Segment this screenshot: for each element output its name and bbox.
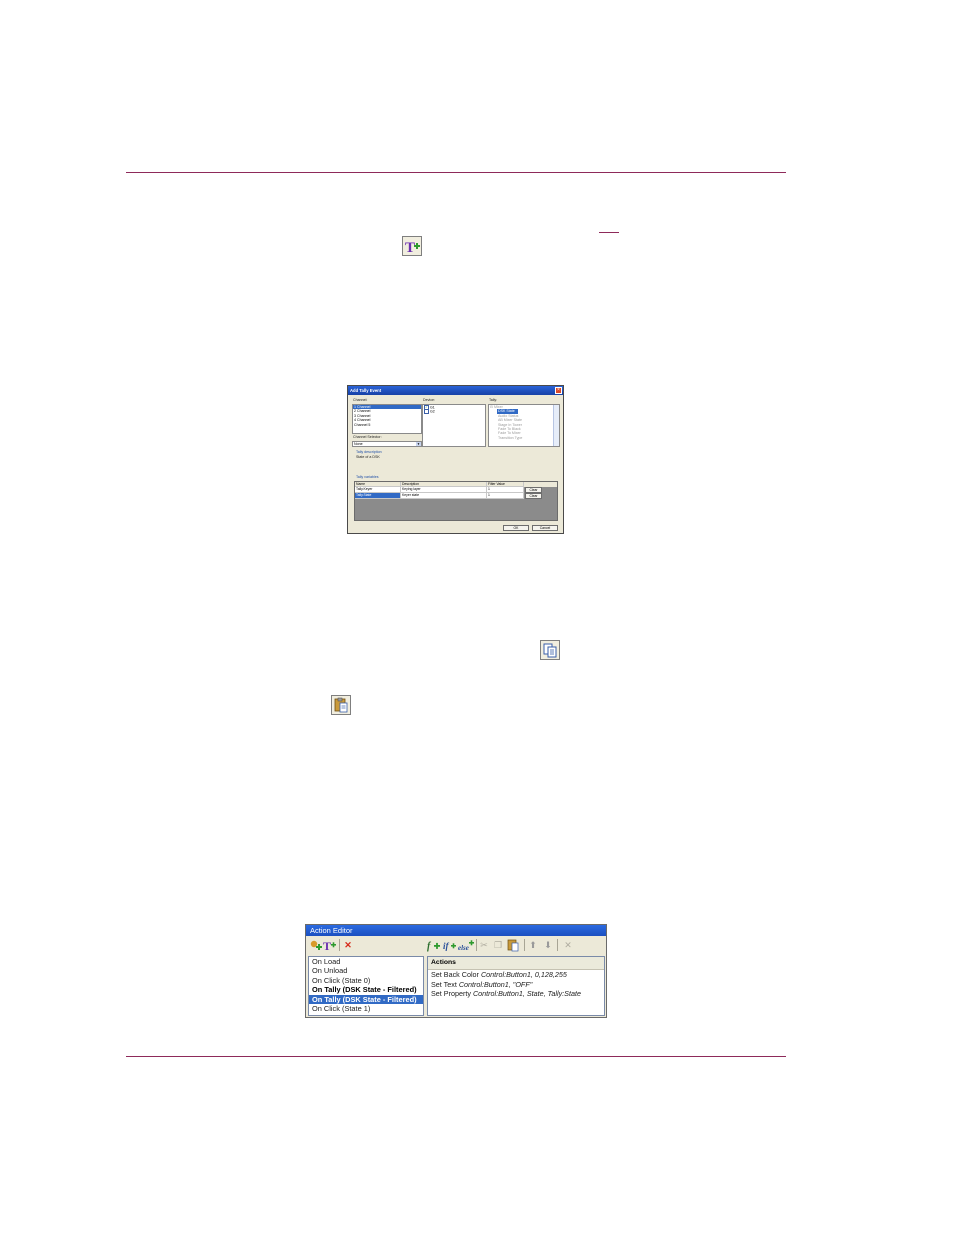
svg-text:T: T xyxy=(323,939,331,952)
cancel-button[interactable]: Cancel xyxy=(532,525,558,531)
chevron-down-icon[interactable]: ▼ xyxy=(416,442,421,446)
move-down-icon[interactable]: ⬇ xyxy=(543,938,553,952)
copy-icon[interactable]: ❐ xyxy=(492,938,504,952)
header-rule xyxy=(126,172,786,173)
action-item[interactable]: Set Text Control:Button1, "OFF" xyxy=(428,980,604,990)
tally-item[interactable]: Transition Type xyxy=(497,436,559,440)
dialog-title: Add Tally Event xyxy=(348,386,563,395)
channel-selector-label: Channel Selector: xyxy=(353,435,382,439)
paste-icon[interactable] xyxy=(506,938,520,952)
device-item[interactable]: G2 xyxy=(423,409,485,415)
else-icon[interactable]: else xyxy=(458,938,474,952)
action-item[interactable]: Set Property Control:Button1, State, Tal… xyxy=(428,989,604,999)
channel-label: Channel: xyxy=(353,398,368,402)
channel-list[interactable]: 1 Channel 2 Channel 3 Channel 4 Channel Chan… xyxy=(352,404,422,434)
svg-text:f: f xyxy=(427,941,432,952)
tally-description-label: Tally description xyxy=(356,450,382,454)
event-list[interactable]: On Load On Unload On Click (State 0) On Tal… xyxy=(308,956,424,1016)
toolbar-separator xyxy=(557,939,558,951)
action-name: Set Property xyxy=(431,989,471,999)
grid-cell-filter[interactable]: 1 xyxy=(487,493,524,499)
event-item[interactable]: On Click (State 0) xyxy=(309,976,423,985)
move-up-icon[interactable]: ⬆ xyxy=(528,938,538,952)
device-list[interactable]: ✓ G1 G2 xyxy=(422,404,486,447)
tally-add-icon[interactable]: T xyxy=(323,938,337,953)
grid-cell-name: Tally.State xyxy=(355,493,401,499)
add-action-icon[interactable]: f xyxy=(427,938,441,952)
toolbar-separator xyxy=(476,939,477,951)
copy-icon xyxy=(540,640,560,660)
actions-header: Actions xyxy=(428,957,604,970)
channel-item[interactable]: Channel 5 xyxy=(353,423,421,427)
device-label: G2 xyxy=(430,409,435,414)
close-icon[interactable]: × xyxy=(555,387,562,394)
tally-label: Tally: xyxy=(489,398,498,402)
delete-action-icon[interactable]: ✕ xyxy=(562,938,574,952)
tally-variables-label: Tally variables xyxy=(356,475,379,479)
device-checkbox[interactable] xyxy=(424,409,429,415)
event-item[interactable]: On Tally (DSK State - Filtered) xyxy=(309,985,423,994)
event-item[interactable]: On Unload xyxy=(309,966,423,975)
add-event-icon[interactable] xyxy=(309,938,322,952)
device-label: Device: xyxy=(423,398,435,402)
action-editor-window: Action Editor T ✕ f if else ✂ ❐ ⬆ ⬇ ✕ On… xyxy=(305,924,607,1018)
footer-rule xyxy=(126,1056,786,1057)
event-item[interactable]: On Load xyxy=(309,957,423,966)
clear-button[interactable]: Clear xyxy=(525,493,542,499)
if-icon[interactable]: if xyxy=(443,938,457,952)
toolbar-separator xyxy=(524,939,525,951)
event-item[interactable]: On Click (State 1) xyxy=(309,1004,423,1013)
tally-variables-grid: Name Description Filter Value Tally.Keyer K… xyxy=(354,481,558,521)
action-args: Control:Button1, State, Tally:State xyxy=(472,989,581,999)
delete-event-icon[interactable]: ✕ xyxy=(342,938,354,952)
action-editor-title: Action Editor xyxy=(306,925,606,936)
ok-button[interactable]: OK xyxy=(503,525,529,531)
action-name: Set Back Color xyxy=(431,970,479,979)
add-tally-event-dialog: Add Tally Event × Channel: 1 Channel 2 Ch… xyxy=(347,385,564,534)
actions-panel[interactable]: Actions Set Back Color Control:Button1, … xyxy=(427,956,605,1016)
tally-tree[interactable]: ⊟ Mixer DSK State Audio Status AB Mixer St… xyxy=(488,404,560,447)
tally-description-text: State of a DSK xyxy=(356,455,380,459)
page-link-underline[interactable] xyxy=(599,232,619,233)
action-args: Control:Button1, "OFF" xyxy=(458,979,533,989)
action-args: Control:Button1, 0,128,255 xyxy=(480,970,567,979)
tally-add-icon: T xyxy=(402,236,422,256)
svg-text:T: T xyxy=(405,240,415,255)
scrollbar[interactable] xyxy=(553,405,559,446)
toolbar-separator xyxy=(339,939,340,951)
cut-icon[interactable]: ✂ xyxy=(479,938,489,952)
action-item[interactable]: Set Back Color Control:Button1, 0,128,25… xyxy=(428,970,604,980)
channel-selector-value: None xyxy=(354,442,363,446)
svg-text:if: if xyxy=(443,941,450,951)
channel-selector-dropdown[interactable]: None ▼ xyxy=(352,441,422,447)
svg-text:else: else xyxy=(458,944,469,952)
action-name: Set Text xyxy=(431,979,457,989)
grid-cell-description: Keyer state xyxy=(401,493,487,499)
paste-icon xyxy=(331,695,351,715)
event-item[interactable]: On Tally (DSK State - Filtered) xyxy=(309,994,423,1004)
